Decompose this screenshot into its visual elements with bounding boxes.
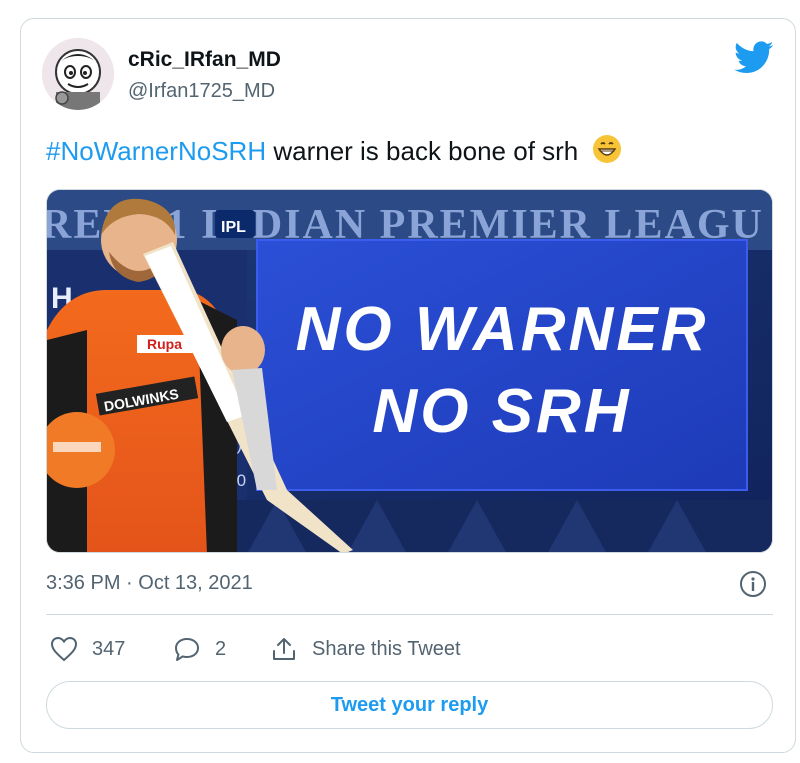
reply-count: 2	[215, 637, 227, 660]
like-button[interactable]: 347	[50, 636, 125, 662]
headline-line2: NO SRH	[372, 377, 631, 446]
tweet-image[interactable]: REM11 INDIAN PREMIER LEAGU IPL H (42) 20…	[46, 189, 773, 553]
display-name[interactable]: cRic_IRfan_MD	[128, 48, 281, 72]
share-button[interactable]: Share this Tweet	[270, 636, 461, 662]
share-label: Share this Tweet	[312, 637, 461, 660]
heart-icon	[50, 636, 78, 662]
avatar[interactable]	[42, 38, 114, 110]
tweet-body: warner is back bone of srh	[266, 136, 579, 166]
like-count: 347	[92, 637, 126, 660]
divider	[46, 614, 773, 615]
ipl-logo: IPL	[215, 210, 255, 238]
grinning-face-emoji-icon	[592, 134, 622, 171]
reply-button[interactable]: 2	[173, 636, 226, 662]
reply-bubble-icon	[175, 638, 199, 661]
headline-line1: NO WARNER	[296, 295, 709, 364]
tweet-your-reply-button[interactable]: Tweet your reply	[46, 681, 773, 729]
sponsor-text: Rupa	[147, 336, 182, 352]
tweet-text: #NoWarnerNoSRH warner is back bone of sr…	[46, 134, 622, 171]
tweet-timestamp[interactable]: 3:36 PM · Oct 13, 2021	[46, 572, 253, 595]
share-icon	[273, 638, 295, 660]
ipl-logo-text: IPL	[221, 219, 246, 236]
twitter-bird-icon[interactable]	[734, 40, 774, 76]
user-handle[interactable]: @Irfan1725_MD	[128, 80, 275, 103]
hashtag-link[interactable]: #NoWarnerNoSRH	[46, 136, 266, 166]
info-icon[interactable]	[739, 570, 767, 598]
